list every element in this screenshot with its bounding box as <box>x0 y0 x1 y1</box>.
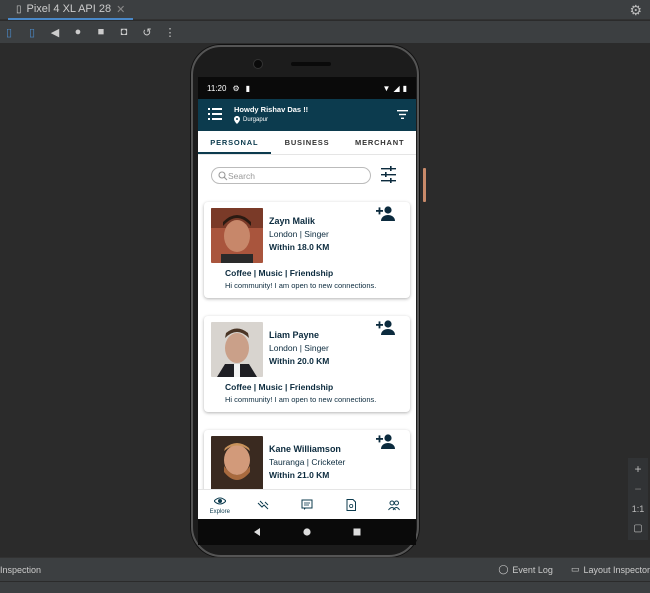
eye-icon <box>213 497 226 504</box>
chat-icon <box>301 499 313 510</box>
wifi-icon: ▼ <box>382 83 391 93</box>
close-tab-icon[interactable]: ✕ <box>116 3 125 16</box>
search-row: Search <box>198 155 416 197</box>
emulator-toolbar: ▯ ▯ ◀ ● ■ ◘ ↺ ⋮ <box>0 21 650 43</box>
search-placeholder: Search <box>228 170 255 181</box>
overview-icon[interactable]: ■ <box>94 25 108 39</box>
rotate-left-icon[interactable]: ▯ <box>2 25 16 39</box>
layout-inspector-icon: ▭ <box>570 564 580 574</box>
settings-status-icon: ⚙ <box>232 83 240 93</box>
device-tab-label: Pixel 4 XL API 28 <box>26 3 112 15</box>
profile-bio: Hi community! I am open to new connectio… <box>225 395 377 404</box>
sort-filter-icon[interactable] <box>397 110 408 119</box>
app-header: Howdy Rishav Das !! Durgapur <box>198 99 416 131</box>
ide-status-bar: Inspection ◯ Event Log ▭ Layout Inspecto… <box>0 557 650 581</box>
speaker-grille <box>291 62 331 66</box>
profile-place: London | Singer <box>269 229 329 239</box>
tab-personal[interactable]: PERSONAL <box>198 131 271 154</box>
zoom-out-button[interactable]: − <box>634 481 641 497</box>
settings-gear-icon[interactable]: ⚙ <box>629 2 642 19</box>
tune-sliders-icon[interactable] <box>381 166 396 183</box>
handshake-icon <box>258 500 269 509</box>
search-input[interactable]: Search <box>211 167 371 184</box>
profile-photo <box>211 322 263 377</box>
profile-distance: Within 18.0 KM <box>269 242 330 252</box>
menu-list-icon[interactable] <box>208 108 222 120</box>
profile-card[interactable]: Liam Payne London | Singer Within 20.0 K… <box>204 316 410 412</box>
ide-tab-bar: ▯ Pixel 4 XL API 28 ✕ ⚙ <box>0 0 650 20</box>
rotate-right-icon[interactable]: ▯ <box>25 25 39 39</box>
profile-card[interactable]: Zayn Malik London | Singer Within 18.0 K… <box>204 202 410 298</box>
profile-place: London | Singer <box>269 343 329 353</box>
phone-top-bezel <box>253 57 361 71</box>
android-status-bar: 11:20 ⚙ ▮ ▼ ◢ ▮ <box>198 77 416 99</box>
search-icon <box>218 171 228 181</box>
profile-interests: Coffee | Music | Friendship <box>225 382 334 392</box>
category-tabs: PERSONAL BUSINESS MERCHANT <box>198 131 416 155</box>
profile-interests: Coffee | Music | Friendship <box>225 268 334 278</box>
ide-bottom-bar <box>0 581 650 593</box>
add-person-icon[interactable] <box>376 433 396 449</box>
zoom-in-button[interactable]: + <box>634 461 641 477</box>
signal-icon: ◢ <box>393 83 400 93</box>
nav-documents[interactable] <box>329 490 373 519</box>
snapshot-icon[interactable]: ↺ <box>140 25 154 39</box>
profile-distance: Within 21.0 KM <box>269 470 330 480</box>
battery-icon: ▮ <box>402 83 407 93</box>
profile-name: Zayn Malik <box>269 216 316 226</box>
people-icon <box>388 500 401 510</box>
location: Durgapur <box>234 116 268 124</box>
nav-connections[interactable] <box>242 490 286 519</box>
layout-inspector-label: Layout Inspector <box>583 564 650 575</box>
nav-back-icon[interactable] <box>253 528 261 536</box>
event-log-icon: ◯ <box>498 564 509 574</box>
bottom-navigation: Explore <box>198 489 416 519</box>
more-options-icon[interactable]: ⋮ <box>163 25 177 39</box>
front-camera-icon <box>253 59 263 69</box>
nav-home-icon[interactable] <box>303 528 311 536</box>
actual-size-button[interactable]: 1:1 <box>632 501 645 517</box>
profile-name: Liam Payne <box>269 330 320 340</box>
layout-inspector-button[interactable]: ▭ Layout Inspector <box>571 564 650 575</box>
location-pin-icon <box>234 116 240 124</box>
back-icon[interactable]: ◀ <box>48 25 62 39</box>
profile-photo <box>211 436 263 491</box>
zoom-panel: + − 1:1 ▢ <box>628 458 648 540</box>
inspection-label[interactable]: Inspection <box>0 565 41 575</box>
phone-screen: 11:20 ⚙ ▮ ▼ ◢ ▮ Howdy Rishav Das !! Durg… <box>198 77 416 545</box>
status-time: 11:20 <box>207 83 227 93</box>
profile-place: Tauranga | Cricketer <box>269 457 346 467</box>
tab-merchant[interactable]: MERCHANT <box>343 131 416 154</box>
tab-business[interactable]: BUSINESS <box>271 131 344 154</box>
greeting-text: Howdy Rishav Das !! <box>234 105 309 114</box>
home-icon[interactable]: ● <box>71 25 85 39</box>
nav-explore[interactable]: Explore <box>198 490 242 519</box>
camera-icon[interactable]: ◘ <box>117 25 131 39</box>
android-nav-bar <box>198 519 416 545</box>
profile-bio: Hi community! I am open to new connectio… <box>225 281 377 290</box>
fit-screen-icon[interactable]: ▢ <box>633 521 642 537</box>
phone-icon: ▯ <box>16 3 22 15</box>
event-log-label: Event Log <box>512 564 553 575</box>
profile-name: Kane Williamson <box>269 444 341 454</box>
add-person-icon[interactable] <box>376 205 396 221</box>
document-icon <box>346 498 356 511</box>
nav-community[interactable] <box>372 490 416 519</box>
nav-explore-label: Explore <box>209 508 230 515</box>
profile-distance: Within 20.0 KM <box>269 356 330 366</box>
location-label: Durgapur <box>243 117 269 123</box>
nav-recents-icon[interactable] <box>353 528 361 536</box>
device-tab[interactable]: ▯ Pixel 4 XL API 28 ✕ <box>8 0 134 20</box>
power-button[interactable] <box>423 168 426 202</box>
nav-messages[interactable] <box>285 490 329 519</box>
event-log-button[interactable]: ◯ Event Log <box>498 564 553 575</box>
profile-photo <box>211 208 263 263</box>
sd-card-status-icon: ▮ <box>245 83 251 93</box>
add-person-icon[interactable] <box>376 319 396 335</box>
